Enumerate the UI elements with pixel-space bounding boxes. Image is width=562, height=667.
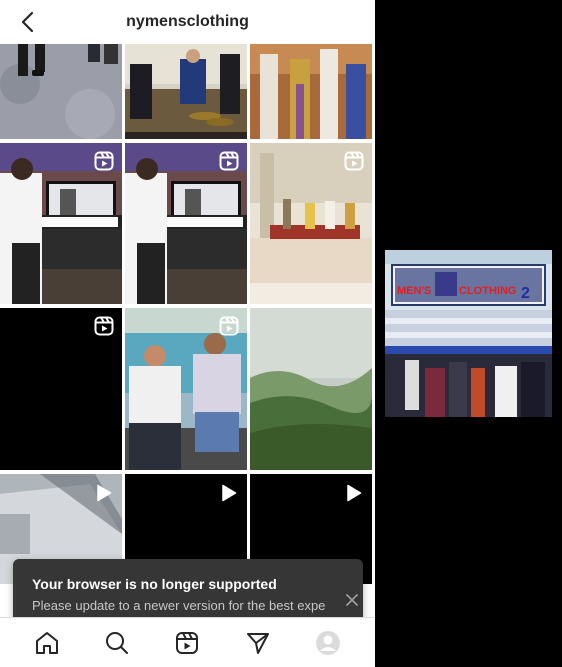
bottom-navigation (0, 617, 375, 667)
profile-username-title: nymensclothing (126, 13, 249, 30)
store-sign-mens: MEN'S (397, 285, 431, 297)
post-tile-8[interactable] (125, 308, 247, 470)
home-icon[interactable] (34, 630, 60, 656)
toast-message: Please update to a newer version for the… (32, 598, 326, 613)
post-thumbnail (250, 308, 372, 470)
direct-message-icon[interactable] (245, 630, 271, 656)
play-icon (97, 484, 112, 502)
reel-icon (219, 151, 239, 171)
post-tile-7[interactable] (0, 308, 122, 470)
toast-title: Your browser is no longer supported (32, 576, 277, 592)
store-photo-image: MEN'S CLOTHING 2 (385, 250, 552, 417)
post-thumbnail (250, 44, 372, 139)
store-photo: MEN'S CLOTHING 2 (385, 250, 552, 417)
post-tile-6[interactable] (250, 143, 372, 304)
play-icon (347, 484, 362, 502)
post-thumbnail (0, 44, 122, 139)
post-tile-2[interactable] (125, 44, 247, 139)
post-tile-9[interactable] (250, 308, 372, 470)
store-sign-clothing: CLOTHING (459, 285, 516, 297)
play-icon (222, 484, 237, 502)
phone-viewport: nymensclothing Your browser is no longer… (0, 0, 375, 667)
reel-icon (344, 151, 364, 171)
post-tile-4[interactable] (0, 143, 122, 304)
post-tile-1[interactable] (0, 44, 122, 139)
reel-icon (219, 316, 239, 336)
post-tile-3[interactable] (250, 44, 372, 139)
post-thumbnail (125, 44, 247, 139)
store-sign-number: 2 (521, 285, 530, 302)
reel-icon (94, 151, 114, 171)
profile-header: nymensclothing (0, 0, 375, 44)
reels-icon[interactable] (174, 630, 200, 656)
reel-icon (94, 316, 114, 336)
profile-avatar-icon[interactable] (315, 630, 341, 656)
search-icon[interactable] (104, 630, 130, 656)
close-icon[interactable] (345, 593, 359, 607)
post-tile-5[interactable] (125, 143, 247, 304)
